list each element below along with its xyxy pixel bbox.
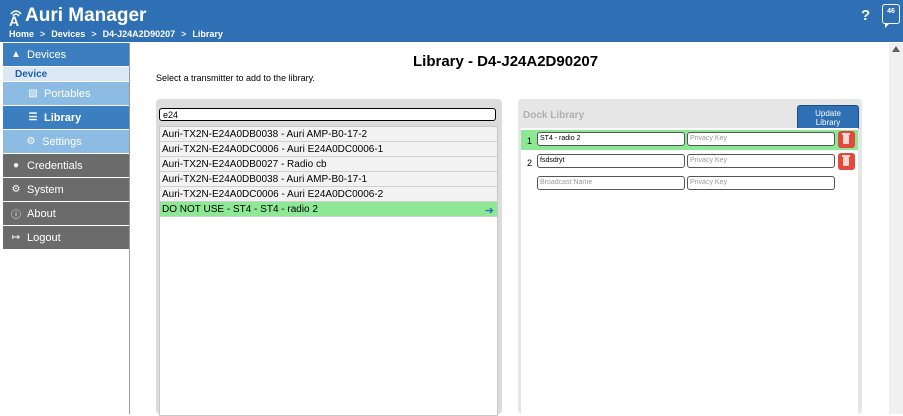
sidebar-item-logout[interactable]: ↦ Logout bbox=[3, 226, 129, 250]
list-item[interactable]: Auri-TX2N-E24A0DB0038 - Auri AMP-B0-17-2 bbox=[160, 127, 497, 142]
sidebar: ▲ Devices Device ▧ Portables ☰ Library ⚙… bbox=[3, 43, 130, 414]
sidebar-item-label: Credentials bbox=[27, 159, 83, 172]
svg-text:A: A bbox=[9, 13, 19, 27]
help-icon[interactable]: ? bbox=[861, 7, 870, 24]
app-header: A Auri Manager Home > Devices > D4-J24A2… bbox=[0, 0, 903, 42]
portables-icon: ▧ bbox=[28, 88, 38, 99]
sidebar-item-devices[interactable]: ▲ Devices bbox=[3, 43, 129, 67]
instruction-text: Select a transmitter to add to the libra… bbox=[156, 73, 315, 83]
sidebar-item-library[interactable]: ☰ Library bbox=[3, 106, 129, 130]
auri-logo-icon: A bbox=[8, 7, 24, 29]
sidebar-item-system[interactable]: ⚙ System bbox=[3, 178, 129, 202]
list-item[interactable]: Auri-TX2N-E24A0DC0006 - Auri E24A0DC0006… bbox=[160, 142, 497, 157]
page-scrollbar[interactable] bbox=[889, 43, 903, 414]
app-logo[interactable]: A Auri Manager bbox=[8, 5, 147, 29]
breadcrumb: Home > Devices > D4-J24A2D90207 > Librar… bbox=[9, 29, 223, 39]
breadcrumb-home[interactable]: Home bbox=[9, 29, 34, 39]
trash-icon[interactable] bbox=[838, 153, 855, 170]
breadcrumb-separator: > bbox=[181, 29, 187, 39]
sidebar-item-credentials[interactable]: ● Credentials bbox=[3, 154, 129, 178]
privacy-key-field[interactable]: Privacy Key bbox=[687, 132, 835, 146]
broadcast-name-field[interactable]: ST4 - radio 2 bbox=[537, 132, 685, 146]
row-number: 2 bbox=[527, 158, 533, 168]
broadcast-name-field[interactable]: fsdsdryt bbox=[537, 154, 685, 168]
sidebar-item-label: Devices bbox=[27, 48, 67, 61]
arrow-right-icon[interactable]: ➜ bbox=[485, 204, 494, 217]
trash-icon[interactable] bbox=[838, 131, 855, 148]
row-number: 1 bbox=[527, 136, 533, 146]
sidebar-section-device: Device bbox=[3, 67, 129, 82]
gear-icon: ⚙ bbox=[26, 136, 36, 147]
sidebar-item-label: Library bbox=[44, 111, 82, 124]
dock-row: 2 fsdsdryt Privacy Key bbox=[521, 152, 858, 172]
sidebar-item-label: Settings bbox=[42, 135, 82, 148]
broadcast-name-field[interactable]: Broadcast Name bbox=[537, 176, 685, 190]
update-button-label: Library bbox=[815, 118, 841, 127]
dock-library-title: Dock Library bbox=[523, 110, 585, 121]
dock-row: 1 ST4 - radio 2 Privacy Key bbox=[521, 130, 858, 150]
privacy-key-field[interactable]: Privacy Key bbox=[687, 154, 835, 168]
list-item[interactable]: Auri-TX2N-E24A0DB0027 - Radio cb bbox=[160, 157, 497, 172]
transmitter-panel: Auri-TX2N-E24A0DB0038 - Auri AMP-B0-17-2… bbox=[156, 99, 502, 416]
breadcrumb-separator: > bbox=[91, 29, 97, 39]
list-item-label: Auri-TX2N-E24A0DC0006 - Auri E24A0DC0006… bbox=[162, 143, 384, 155]
sidebar-item-label: System bbox=[27, 183, 64, 196]
list-item-label: DO NOT USE - ST4 - ST4 - radio 2 bbox=[162, 203, 318, 215]
logout-icon: ↦ bbox=[11, 232, 21, 243]
sidebar-item-portables[interactable]: ▧ Portables bbox=[3, 82, 129, 106]
privacy-key-field[interactable]: Privacy Key bbox=[687, 176, 835, 190]
page-title: Library - D4-J24A2D90207 bbox=[413, 53, 599, 70]
update-button-label: Update bbox=[815, 109, 841, 118]
list-item-label: Auri-TX2N-E24A0DB0038 - Auri AMP-B0-17-2 bbox=[162, 128, 368, 140]
library-icon: ☰ bbox=[28, 112, 38, 123]
devices-icon: ▲ bbox=[11, 49, 21, 60]
breadcrumb-library: Library bbox=[192, 29, 223, 39]
notifications-icon[interactable]: 46 bbox=[882, 4, 900, 28]
dock-library-panel: Dock Library Update Library 1 ST4 - radi… bbox=[518, 99, 862, 414]
dock-row: Broadcast Name Privacy Key bbox=[521, 174, 858, 194]
dock-list: 1 ST4 - radio 2 Privacy Key 2 fsdsdryt P… bbox=[521, 128, 858, 414]
list-item-label: Auri-TX2N-E24A0DC0006 - Auri E24A0DC0006… bbox=[162, 188, 384, 200]
info-icon: ⓘ bbox=[11, 210, 21, 221]
transmitter-list: Auri-TX2N-E24A0DB0038 - Auri AMP-B0-17-2… bbox=[159, 126, 498, 416]
sidebar-item-label: Logout bbox=[27, 231, 61, 244]
list-item-label: Auri-TX2N-E24A0DB0038 - Auri AMP-B0-17-1 bbox=[162, 173, 368, 185]
sidebar-item-label: About bbox=[27, 207, 56, 220]
sidebar-item-settings[interactable]: ⚙ Settings bbox=[3, 130, 129, 154]
update-library-button[interactable]: Update Library bbox=[797, 105, 859, 130]
scroll-up-icon[interactable] bbox=[892, 46, 900, 52]
list-item-selected[interactable]: DO NOT USE - ST4 - ST4 - radio 2 ➜ bbox=[160, 202, 497, 217]
app-title: Auri Manager bbox=[25, 5, 147, 26]
list-item-label: Auri-TX2N-E24A0DB0027 - Radio cb bbox=[162, 158, 327, 170]
sidebar-item-label: Portables bbox=[44, 87, 91, 100]
users-icon: ● bbox=[12, 160, 20, 171]
list-item[interactable]: Auri-TX2N-E24A0DB0038 - Auri AMP-B0-17-1 bbox=[160, 172, 497, 187]
gear-icon: ⚙ bbox=[11, 184, 21, 195]
sidebar-item-about[interactable]: ⓘ About bbox=[3, 202, 129, 226]
breadcrumb-devices[interactable]: Devices bbox=[51, 29, 85, 39]
breadcrumb-device[interactable]: D4-J24A2D90207 bbox=[103, 29, 176, 39]
search-input[interactable] bbox=[159, 108, 496, 121]
list-item[interactable]: Auri-TX2N-E24A0DC0006 - Auri E24A0DC0006… bbox=[160, 187, 497, 202]
breadcrumb-separator: > bbox=[40, 29, 46, 39]
